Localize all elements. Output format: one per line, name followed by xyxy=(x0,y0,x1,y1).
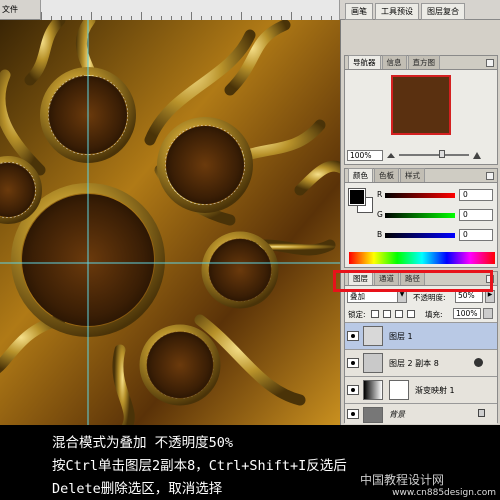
layer-name[interactable]: 背景 xyxy=(389,409,405,420)
red-channel: R 0 xyxy=(377,189,495,203)
tab-histogram[interactable]: 直方图 xyxy=(407,55,440,69)
caption-line-2: 按Ctrl单击图层2副本8，Ctrl+Shift+I反选后 xyxy=(52,458,347,474)
ruler-tick xyxy=(141,12,142,20)
dock-tab-tool-presets[interactable]: 工具预设 xyxy=(375,3,419,20)
color-ramp[interactable] xyxy=(349,252,495,264)
document-canvas[interactable] xyxy=(0,20,340,425)
horizontal-ruler[interactable] xyxy=(40,0,340,20)
zoom-slider[interactable] xyxy=(399,150,469,158)
layer-name[interactable]: 图层 1 xyxy=(389,331,413,342)
zoom-out-icon[interactable] xyxy=(387,152,395,158)
mask-thumbnail xyxy=(389,380,409,400)
color-panel: 颜色 色板 样式 R 0 G 0 B 0 xyxy=(344,168,498,268)
layers-panel: 图层 通道 路径 叠加 ▼ 不透明度: 50% ▶ 锁定: 填充: 100% 图… xyxy=(344,271,498,424)
navigator-panel: 导航器 信息 直方图 100% xyxy=(344,55,498,165)
green-slider[interactable] xyxy=(385,213,455,218)
green-label: G xyxy=(377,210,383,219)
blue-label: B xyxy=(377,230,383,239)
layer-effects-icon[interactable] xyxy=(474,358,483,367)
green-value-field[interactable]: 0 xyxy=(459,209,493,221)
layer-thumbnail xyxy=(363,326,383,346)
red-label: R xyxy=(377,190,383,199)
eye-icon[interactable] xyxy=(347,358,359,368)
tab-color[interactable]: 颜色 xyxy=(348,168,373,182)
green-channel: G 0 xyxy=(377,209,495,223)
lock-all-icon[interactable] xyxy=(407,310,415,318)
layer-row[interactable]: 图层 1 xyxy=(345,322,497,349)
layer-row[interactable]: 背景 xyxy=(345,403,497,424)
layer-thumbnail xyxy=(363,353,383,373)
dock-tab-layer-comps[interactable]: 图层复合 xyxy=(421,3,465,20)
tab-navigator[interactable]: 导航器 xyxy=(348,55,381,69)
zoom-in-icon[interactable] xyxy=(473,151,481,159)
zoom-field[interactable]: 100% xyxy=(347,149,383,161)
watermark-site-name: 中国教程设计网 xyxy=(359,473,444,487)
dock-tab-brushes[interactable]: 画笔 xyxy=(345,3,373,20)
eye-icon[interactable] xyxy=(347,331,359,341)
fill-field[interactable]: 100% xyxy=(453,308,481,319)
red-slider[interactable] xyxy=(385,193,455,198)
layer-name[interactable]: 渐变映射 1 xyxy=(415,385,455,396)
tutorial-caption: 混合模式为叠加 不透明度50% 按Ctrl单击图层2副本8，Ctrl+Shift… xyxy=(0,425,500,500)
blend-opacity-highlight xyxy=(333,270,493,292)
blue-slider[interactable] xyxy=(385,233,455,238)
tab-swatches[interactable]: 色板 xyxy=(374,168,399,182)
layer-thumbnail xyxy=(363,407,383,423)
tab-styles[interactable]: 样式 xyxy=(400,168,425,182)
palette-well: 画笔 工具预设 图层复合 xyxy=(345,3,465,20)
panel-menu-icon[interactable] xyxy=(486,172,494,180)
eye-icon[interactable] xyxy=(347,385,359,395)
panel-menu-icon[interactable] xyxy=(486,59,494,67)
blue-value-field[interactable]: 0 xyxy=(459,229,493,241)
top-bar: 文件 画笔 工具预设 图层复合 xyxy=(0,0,500,20)
palette-dock: 导航器 信息 直方图 100% 颜色 色板 样式 R 0 G 0 B 0 图层 … xyxy=(340,20,500,425)
ruler-tick xyxy=(41,12,42,20)
lock-icon xyxy=(478,409,485,417)
opacity-label: 不透明度: xyxy=(413,293,446,302)
red-value-field[interactable]: 0 xyxy=(459,189,493,201)
foreground-color-swatch[interactable] xyxy=(348,188,366,206)
lock-pixels-icon[interactable] xyxy=(383,310,391,318)
zoom-slider-thumb[interactable] xyxy=(439,150,445,158)
lock-label: 锁定: xyxy=(348,310,366,319)
ruler-tick xyxy=(91,12,92,20)
watermark-url: www.cn885design.com xyxy=(392,488,496,498)
ornament-artwork xyxy=(0,20,340,425)
caption-line-1: 混合模式为叠加 不透明度50% xyxy=(52,435,234,451)
lock-row: 锁定: 填充: 100% xyxy=(347,308,497,320)
navigator-preview[interactable] xyxy=(391,75,451,135)
lock-position-icon[interactable] xyxy=(395,310,403,318)
layer-name[interactable]: 图层 2 副本 8 xyxy=(389,358,439,369)
menu-file[interactable]: 文件 xyxy=(2,4,18,15)
lock-transparency-icon[interactable] xyxy=(371,310,379,318)
zoom-row: 100% xyxy=(347,148,497,162)
blue-channel: B 0 xyxy=(377,229,495,243)
ruler-tick xyxy=(241,12,242,20)
fill-label: 填充: xyxy=(425,310,443,319)
ruler-tick xyxy=(291,12,292,20)
tab-info[interactable]: 信息 xyxy=(381,55,407,69)
eye-icon[interactable] xyxy=(347,409,359,419)
ruler-tick xyxy=(191,12,192,20)
chevron-right-icon[interactable] xyxy=(483,308,493,319)
caption-line-3: Delete删除选区，取消选择 xyxy=(52,481,223,497)
adjustment-thumbnail xyxy=(363,380,383,400)
layer-row[interactable]: 图层 2 副本 8 xyxy=(345,349,497,376)
layer-row[interactable]: 渐变映射 1 xyxy=(345,376,497,403)
